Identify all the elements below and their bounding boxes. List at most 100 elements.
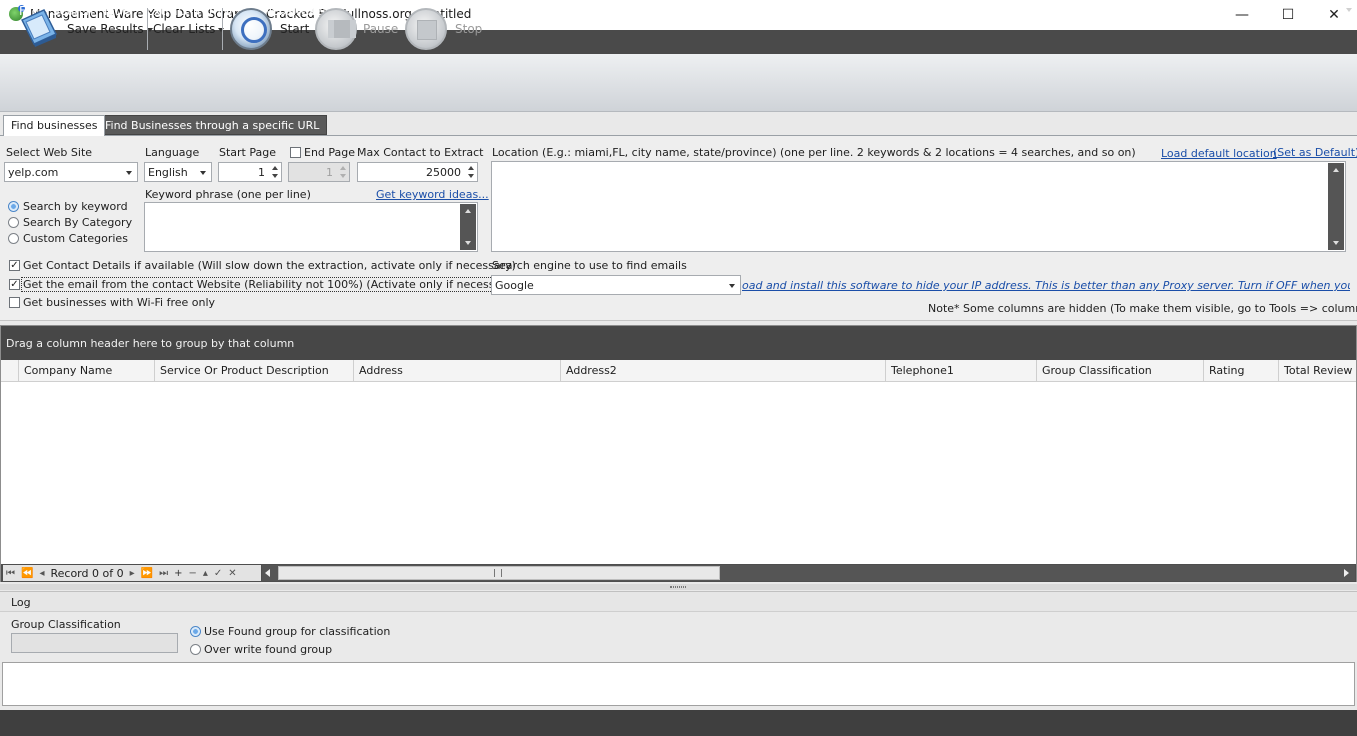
use-found-group-label: Use Found group for classification [204, 625, 391, 638]
record-count: Record 0 of 0 [50, 566, 124, 580]
max-contact-stepper[interactable]: 25000 [357, 162, 478, 182]
column-address2[interactable]: Address2 [560, 360, 885, 382]
web-site-value: yelp.com [8, 166, 59, 179]
email-from-website-checkbox[interactable]: ✓ [9, 279, 20, 290]
location-scrollbar[interactable] [1328, 163, 1344, 250]
scroll-right-icon[interactable] [1344, 569, 1349, 577]
search-by-keyword-radio[interactable] [8, 201, 19, 212]
search-by-category-radio[interactable] [8, 217, 19, 228]
language-label: Language [145, 146, 200, 159]
toolbar-separator [147, 8, 148, 50]
custom-categories-label: Custom Categories [23, 232, 128, 245]
save-results-button[interactable]: Save Results [67, 22, 153, 36]
wifi-free-label: Get businesses with Wi-Fi free only [23, 296, 216, 309]
toolbar [0, 54, 1357, 112]
maximize-icon: ☐ [1281, 7, 1295, 23]
load-default-location-link[interactable]: Load default location [1161, 147, 1277, 160]
keyword-label: Keyword phrase (one per line) [145, 188, 311, 201]
prev-record-icon[interactable]: ◂ [39, 568, 44, 579]
spin-arrows-icon[interactable] [270, 164, 280, 180]
close-button[interactable]: ✕ [1311, 0, 1357, 30]
group-classification-label: Group Classification [11, 618, 121, 631]
location-input[interactable] [491, 161, 1346, 252]
menu-extract-other[interactable]: Extract from other Websites [146, 4, 314, 18]
set-as-default-link[interactable]: (Set as Default) [1273, 146, 1357, 159]
start-button[interactable]: Start [280, 22, 309, 36]
save-results-icon[interactable] [18, 8, 60, 48]
splitter-grip-icon [670, 586, 686, 588]
wifi-free-checkbox[interactable] [9, 297, 20, 308]
search-engine-label: Search engine to use to find emails [492, 259, 687, 272]
end-page-value: 1 [326, 166, 333, 179]
group-classification-input[interactable] [11, 633, 178, 653]
column-service-description[interactable]: Service Or Product Description [154, 360, 353, 382]
start-page-value: 1 [258, 166, 265, 179]
use-found-group-radio[interactable] [190, 626, 201, 637]
add-record-icon[interactable]: + [174, 568, 182, 579]
keyword-ideas-link[interactable]: Get keyword ideas... [376, 188, 489, 201]
overwrite-group-label: Over write found group [204, 643, 333, 656]
log-output[interactable] [2, 662, 1355, 706]
scroll-grip-icon [494, 569, 502, 577]
search-engine-value: Google [495, 279, 534, 292]
start-page-stepper[interactable]: 1 [218, 162, 282, 182]
end-page-checkbox[interactable] [290, 147, 301, 158]
column-group-classification[interactable]: Group Classification [1036, 360, 1203, 382]
web-site-label: Select Web Site [6, 146, 93, 159]
search-engine-select[interactable]: Google [491, 275, 741, 295]
keyword-input[interactable] [144, 202, 478, 252]
custom-categories-radio[interactable] [8, 233, 19, 244]
column-telephone1[interactable]: Telephone1 [885, 360, 1036, 382]
column-rating[interactable]: Rating [1203, 360, 1278, 382]
cancel-record-icon[interactable]: ✕ [228, 568, 236, 579]
log-header [0, 591, 1357, 611]
max-contact-label: Max Contact to Extract [357, 146, 484, 159]
close-icon: ✕ [1328, 7, 1340, 23]
toolbar-separator [222, 8, 223, 50]
prev-page-icon[interactable]: ⏪ [21, 568, 33, 579]
column-address[interactable]: Address [353, 360, 560, 382]
post-record-icon[interactable]: ✓ [214, 568, 222, 579]
hidden-columns-note: Note* Some columns are hidden (To make t… [928, 302, 1357, 315]
column-company-name[interactable]: Company Name [18, 360, 154, 382]
edit-record-icon[interactable]: ▴ [203, 568, 208, 579]
next-page-icon[interactable]: ⏩ [141, 568, 153, 579]
web-site-select[interactable]: yelp.com [4, 162, 138, 182]
delete-record-icon[interactable]: − [188, 568, 196, 579]
email-from-website-label: Get the email from the contact Website (… [21, 277, 519, 292]
search-by-keyword-label: Search by keyword [23, 200, 128, 213]
last-page-icon[interactable]: ⏭ [159, 568, 168, 579]
contact-details-checkbox[interactable]: ✓ [9, 260, 20, 271]
stop-icon[interactable] [405, 8, 447, 50]
tab-find-by-url[interactable]: Find Businesses through a specific URL [97, 115, 328, 135]
log-title: Log [11, 596, 31, 609]
menu-tools[interactable]: Tools [102, 4, 132, 18]
start-magnifier-icon[interactable] [230, 8, 272, 50]
chevron-down-icon [200, 171, 206, 175]
pause-icon[interactable] [315, 8, 357, 50]
tab-find-businesses[interactable]: Find businesses [3, 115, 106, 136]
end-page-label: End Page [304, 146, 356, 159]
maximize-button[interactable]: ☐ [1265, 0, 1311, 30]
pause-button[interactable]: Pause [363, 22, 398, 36]
menu-overflow-icon[interactable] [1346, 8, 1352, 12]
hide-ip-link[interactable]: oad and install this software to hide yo… [742, 279, 1350, 292]
column-total-review[interactable]: Total Review [1278, 360, 1356, 382]
keyword-scrollbar[interactable] [460, 204, 476, 250]
scroll-left-icon[interactable] [265, 569, 270, 577]
language-value: English [148, 166, 188, 179]
status-bar [0, 710, 1357, 736]
end-page-stepper[interactable]: 1 [288, 162, 350, 182]
first-page-icon[interactable]: ⏮ [6, 568, 15, 579]
record-navigator[interactable]: ⏮ ⏪ ◂ Record 0 of 0 ▸ ⏩ ⏭ + − ▴ ✓ ✕ [3, 565, 261, 581]
minimize-button[interactable]: — [1219, 0, 1265, 30]
spin-arrows-icon[interactable] [466, 164, 476, 180]
stop-button[interactable]: Stop [455, 22, 482, 36]
next-record-icon[interactable]: ▸ [130, 568, 135, 579]
minimize-icon: — [1235, 7, 1249, 23]
clear-lists-button[interactable]: Clear Lists [153, 22, 225, 36]
group-by-hint: Drag a column header here to group by th… [6, 337, 295, 350]
spin-arrows-icon[interactable] [338, 164, 348, 180]
language-select[interactable]: English [144, 162, 212, 182]
overwrite-group-radio[interactable] [190, 644, 201, 655]
